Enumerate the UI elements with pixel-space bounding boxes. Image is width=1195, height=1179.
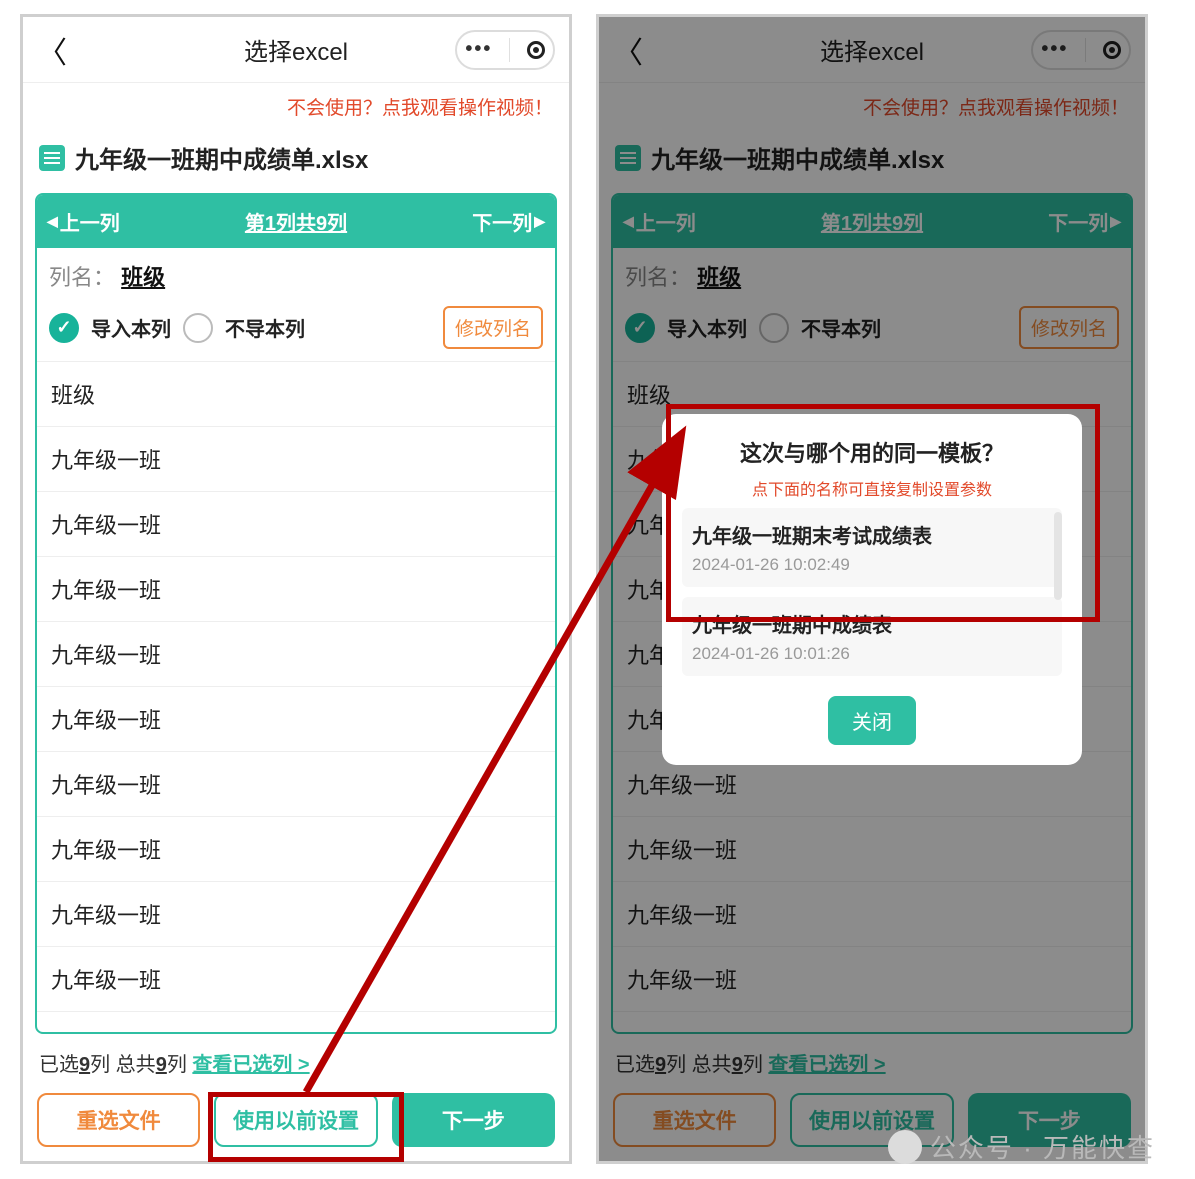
list-item: 九年级一班 xyxy=(37,622,555,687)
screen-left: 〈 选择excel ••• 不会使用？点我观看操作视频！ 九年级一班期中成绩单.… xyxy=(20,14,572,1164)
back-chevron-icon[interactable]: 〈 xyxy=(37,28,67,72)
template-picker-modal: 这次与哪个用的同一模板？ 点下面的名称可直接复制设置参数 九年级一班期末考试成绩… xyxy=(662,414,1082,765)
import-radio-on[interactable] xyxy=(49,313,79,343)
more-icon[interactable]: ••• xyxy=(465,38,492,61)
column-name-value: 班级 xyxy=(121,265,165,290)
column-name-row: 列名： 班级 xyxy=(37,248,555,298)
skip-label: 不导本列 xyxy=(225,313,305,342)
use-prev-settings-button[interactable]: 使用以前设置 xyxy=(214,1093,377,1147)
help-video-link[interactable]: 不会使用？点我观看操作视频！ xyxy=(23,83,569,134)
template-list: 九年级一班期末考试成绩表 2024-01-26 10:02:49 九年级一班期中成绩… xyxy=(682,508,1062,686)
list-item: 九年级一班 xyxy=(37,427,555,492)
modal-title: 这次与哪个用的同一模板？ xyxy=(682,436,1062,468)
list-item: 九年级一班 xyxy=(37,817,555,882)
list-item: 九年级一班 xyxy=(37,947,555,1012)
template-item-name: 九年级一班期中成绩表 xyxy=(692,609,1052,638)
prev-column-button[interactable]: ◀ 上一列 xyxy=(47,207,120,236)
template-item-timestamp: 2024-01-26 10:02:49 xyxy=(692,555,1052,575)
list-item: 九年级一班 xyxy=(37,1012,555,1032)
watermark-logo-icon xyxy=(888,1130,922,1164)
list-item: 九年级一班 xyxy=(37,557,555,622)
file-row: 九年级一班期中成绩单.xlsx xyxy=(35,134,557,193)
file-name: 九年级一班期中成绩单.xlsx xyxy=(75,140,368,175)
selection-summary: 已选9列 总共9列 查看已选列 > xyxy=(23,1034,569,1083)
next-column-button[interactable]: 下一列 ▶ xyxy=(472,207,545,236)
modal-close-button[interactable]: 关闭 xyxy=(828,696,916,745)
template-item-timestamp: 2024-01-26 10:01:26 xyxy=(692,644,1052,664)
triangle-left-icon: ◀ xyxy=(47,213,58,230)
screen-right: 〈 选择excel ••• 不会使用？点我观看操作视频！ 九年级一班期中成绩单.… xyxy=(596,14,1148,1164)
list-item: 九年级一班 xyxy=(37,492,555,557)
triangle-right-icon: ▶ xyxy=(534,213,545,230)
list-item: 九年级一班 xyxy=(37,752,555,817)
template-item[interactable]: 九年级一班期中成绩表 2024-01-26 10:01:26 xyxy=(682,597,1062,676)
list-item: 班级 xyxy=(37,362,555,427)
rename-column-button[interactable]: 修改列名 xyxy=(443,306,543,349)
column-card: ◀ 上一列 第1列共9列 下一列 ▶ 列名： 班级 导入本列 xyxy=(35,193,557,1034)
template-item[interactable]: 九年级一班期末考试成绩表 2024-01-26 10:02:49 xyxy=(682,508,1062,587)
column-position-link[interactable]: 第1列共9列 xyxy=(245,207,347,236)
column-nav: ◀ 上一列 第1列共9列 下一列 ▶ xyxy=(37,195,555,248)
modal-tip: 点下面的名称可直接复制设置参数 xyxy=(682,476,1062,500)
data-list[interactable]: 班级九年级一班九年级一班九年级一班九年级一班九年级一班九年级一班九年级一班九年级… xyxy=(37,361,555,1032)
scrollbar-icon[interactable] xyxy=(1054,512,1062,600)
miniprogram-capsule[interactable]: ••• xyxy=(455,30,555,70)
next-step-button[interactable]: 下一步 xyxy=(392,1093,555,1147)
watermark: 公众号 · 万能快查 xyxy=(888,1128,1155,1165)
excel-file-icon xyxy=(39,145,65,171)
modal-overlay[interactable]: 这次与哪个用的同一模板？ 点下面的名称可直接复制设置参数 九年级一班期末考试成绩… xyxy=(599,17,1145,1161)
skip-radio[interactable] xyxy=(183,313,213,343)
import-options-row: 导入本列 不导本列 修改列名 xyxy=(37,298,555,361)
view-selected-link[interactable]: 查看已选列 > xyxy=(192,1054,309,1076)
reset-file-button[interactable]: 重选文件 xyxy=(37,1093,200,1147)
import-label: 导入本列 xyxy=(91,313,171,342)
list-item: 九年级一班 xyxy=(37,882,555,947)
close-miniprogram-icon[interactable] xyxy=(527,41,545,59)
bottom-button-row: 重选文件 使用以前设置 下一步 xyxy=(23,1083,569,1161)
list-item: 九年级一班 xyxy=(37,687,555,752)
template-item-name: 九年级一班期末考试成绩表 xyxy=(692,520,1052,549)
topbar: 〈 选择excel ••• xyxy=(23,17,569,83)
